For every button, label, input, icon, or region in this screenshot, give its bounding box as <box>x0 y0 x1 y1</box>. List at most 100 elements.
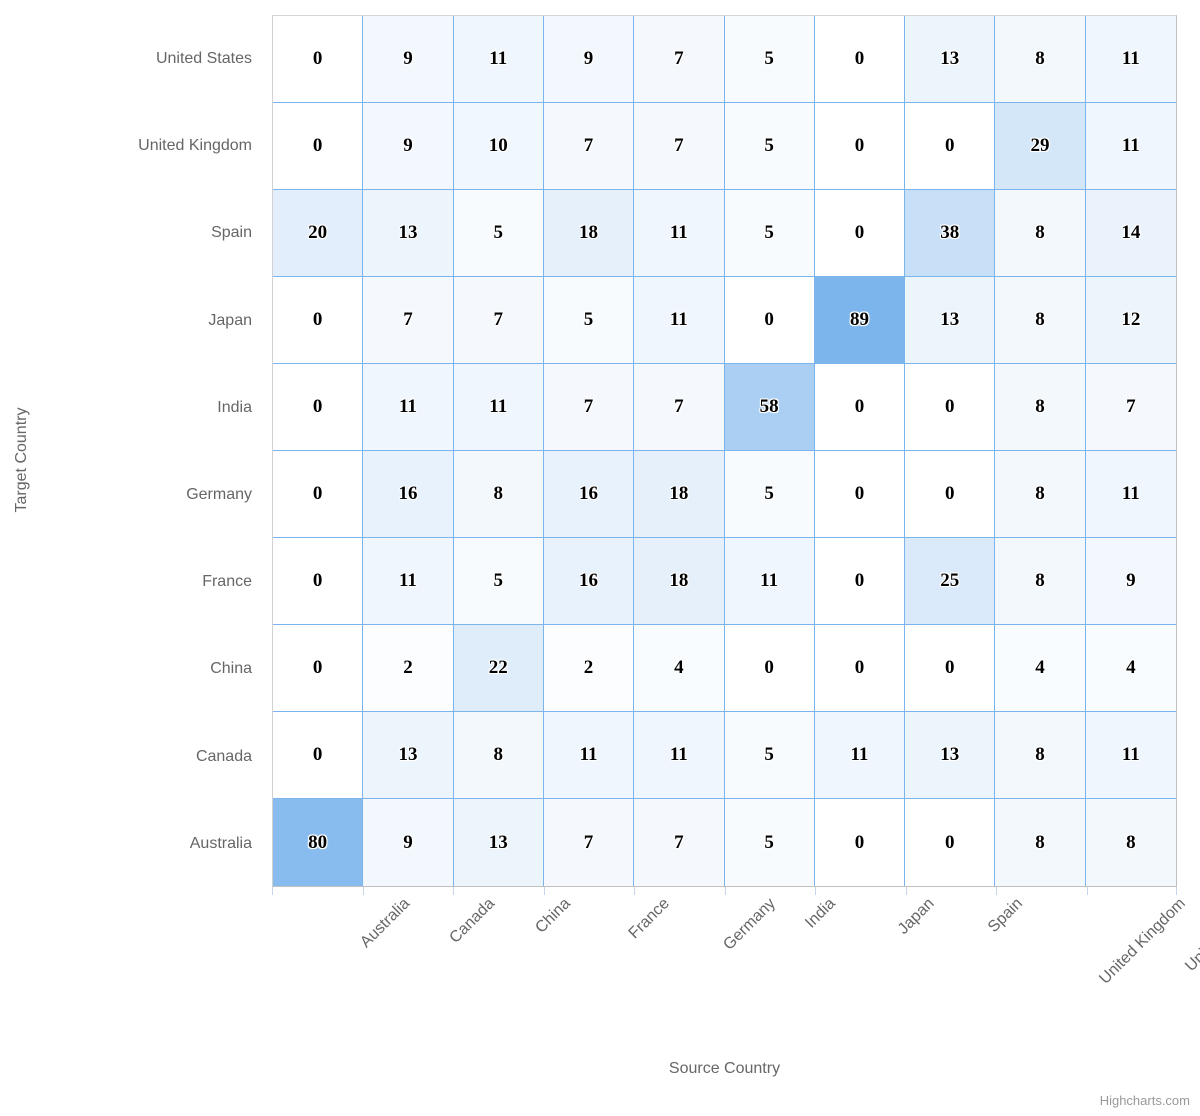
heatmap-cell[interactable]: 89 <box>814 277 906 364</box>
heatmap-cell[interactable]: 7 <box>634 103 725 190</box>
heatmap-cell[interactable]: 7 <box>543 364 635 451</box>
heatmap-cell[interactable]: 16 <box>543 451 635 538</box>
heatmap-cell[interactable]: 0 <box>273 712 364 799</box>
heatmap-cell[interactable]: 11 <box>453 16 544 103</box>
heatmap-cell[interactable]: 0 <box>905 364 996 451</box>
heatmap-cell[interactable]: 8 <box>453 451 544 538</box>
heatmap-cell[interactable]: 5 <box>724 190 815 277</box>
heatmap-cell[interactable]: 0 <box>273 103 364 190</box>
heatmap-cell[interactable]: 0 <box>814 799 906 886</box>
heatmap-cell[interactable]: 0 <box>905 451 996 538</box>
heatmap-cell[interactable]: 8 <box>995 277 1086 364</box>
heatmap-cell[interactable]: 8 <box>1085 799 1176 886</box>
heatmap-cell[interactable]: 11 <box>543 712 635 799</box>
heatmap-cell[interactable]: 80 <box>273 799 364 886</box>
heatmap-cell[interactable]: 8 <box>995 364 1086 451</box>
heatmap-cell[interactable]: 0 <box>273 538 364 625</box>
heatmap-cell[interactable]: 8 <box>995 451 1086 538</box>
heatmap-cell[interactable]: 0 <box>814 190 906 277</box>
heatmap-cell[interactable]: 25 <box>905 538 996 625</box>
heatmap-cell[interactable]: 11 <box>363 538 454 625</box>
heatmap-cell[interactable]: 5 <box>724 16 815 103</box>
heatmap-cell[interactable]: 11 <box>1085 712 1176 799</box>
heatmap-cell[interactable]: 7 <box>543 103 635 190</box>
heatmap-cell[interactable]: 4 <box>634 625 725 712</box>
heatmap-cell[interactable]: 12 <box>1085 277 1176 364</box>
heatmap-cell[interactable]: 5 <box>453 538 544 625</box>
heatmap-cell[interactable]: 4 <box>1085 625 1176 712</box>
heatmap-cell[interactable]: 7 <box>1085 364 1176 451</box>
heatmap-cell[interactable]: 58 <box>724 364 815 451</box>
heatmap-cell[interactable]: 0 <box>273 625 364 712</box>
heatmap-cell[interactable]: 0 <box>905 625 996 712</box>
heatmap-cell[interactable]: 13 <box>453 799 544 886</box>
heatmap-cell[interactable]: 5 <box>724 799 815 886</box>
heatmap-cell[interactable]: 18 <box>634 451 725 538</box>
heatmap-cell[interactable]: 9 <box>363 103 454 190</box>
heatmap-cell[interactable]: 18 <box>634 538 725 625</box>
heatmap-cell[interactable]: 7 <box>543 799 635 886</box>
heatmap-cell[interactable]: 9 <box>363 799 454 886</box>
heatmap-cell[interactable]: 11 <box>363 364 454 451</box>
heatmap-cell[interactable]: 13 <box>363 190 454 277</box>
heatmap-cell[interactable]: 13 <box>905 712 996 799</box>
highcharts-credits[interactable]: Highcharts.com <box>1100 1093 1190 1108</box>
heatmap-cell[interactable]: 11 <box>634 712 725 799</box>
heatmap-cell[interactable]: 5 <box>724 103 815 190</box>
heatmap-cell[interactable]: 9 <box>363 16 454 103</box>
heatmap-cell[interactable]: 11 <box>1085 103 1176 190</box>
heatmap-cell[interactable]: 0 <box>273 364 364 451</box>
heatmap-cell[interactable]: 2 <box>543 625 635 712</box>
heatmap-cell[interactable]: 7 <box>634 799 725 886</box>
heatmap-cell[interactable]: 8 <box>995 190 1086 277</box>
heatmap-cell[interactable]: 0 <box>814 451 906 538</box>
heatmap-cell[interactable]: 9 <box>1085 538 1176 625</box>
heatmap-cell[interactable]: 10 <box>453 103 544 190</box>
heatmap-cell[interactable]: 2 <box>363 625 454 712</box>
heatmap-cell[interactable]: 5 <box>724 451 815 538</box>
heatmap-cell[interactable]: 5 <box>543 277 635 364</box>
heatmap-cell[interactable]: 29 <box>995 103 1086 190</box>
heatmap-cell[interactable]: 0 <box>724 277 815 364</box>
heatmap-cell[interactable]: 16 <box>543 538 635 625</box>
heatmap-cell[interactable]: 11 <box>1085 16 1176 103</box>
heatmap-cell[interactable]: 4 <box>995 625 1086 712</box>
heatmap-cell[interactable]: 22 <box>453 625 544 712</box>
heatmap-cell[interactable]: 11 <box>634 190 725 277</box>
heatmap-cell[interactable]: 5 <box>453 190 544 277</box>
heatmap-cell[interactable]: 0 <box>724 625 815 712</box>
heatmap-cell[interactable]: 14 <box>1085 190 1176 277</box>
heatmap-cell[interactable]: 13 <box>905 277 996 364</box>
heatmap-cell[interactable]: 11 <box>1085 451 1176 538</box>
heatmap-cell[interactable]: 11 <box>814 712 906 799</box>
heatmap-cell[interactable]: 20 <box>273 190 364 277</box>
heatmap-cell[interactable]: 0 <box>814 364 906 451</box>
heatmap-cell[interactable]: 13 <box>905 16 996 103</box>
heatmap-cell[interactable]: 0 <box>814 625 906 712</box>
heatmap-cell[interactable]: 7 <box>453 277 544 364</box>
heatmap-cell[interactable]: 8 <box>995 16 1086 103</box>
heatmap-cell[interactable]: 7 <box>363 277 454 364</box>
heatmap-cell[interactable]: 7 <box>634 16 725 103</box>
heatmap-cell[interactable]: 0 <box>814 16 906 103</box>
heatmap-cell[interactable]: 8 <box>453 712 544 799</box>
heatmap-cell[interactable]: 0 <box>814 103 906 190</box>
heatmap-cell[interactable]: 0 <box>905 799 996 886</box>
heatmap-cell[interactable]: 11 <box>724 538 815 625</box>
heatmap-cell[interactable]: 5 <box>724 712 815 799</box>
heatmap-cell[interactable]: 0 <box>273 277 364 364</box>
heatmap-cell[interactable]: 8 <box>995 538 1086 625</box>
heatmap-cell[interactable]: 13 <box>363 712 454 799</box>
heatmap-cell[interactable]: 38 <box>905 190 996 277</box>
heatmap-cell[interactable]: 11 <box>453 364 544 451</box>
heatmap-cell[interactable]: 0 <box>814 538 906 625</box>
heatmap-cell[interactable]: 0 <box>273 451 364 538</box>
heatmap-cell[interactable]: 0 <box>905 103 996 190</box>
heatmap-cell[interactable]: 7 <box>634 364 725 451</box>
heatmap-cell[interactable]: 9 <box>543 16 635 103</box>
heatmap-cell[interactable]: 11 <box>634 277 725 364</box>
heatmap-cell[interactable]: 16 <box>363 451 454 538</box>
heatmap-cell[interactable]: 0 <box>273 16 364 103</box>
heatmap-cell[interactable]: 8 <box>995 799 1086 886</box>
heatmap-cell[interactable]: 18 <box>543 190 635 277</box>
